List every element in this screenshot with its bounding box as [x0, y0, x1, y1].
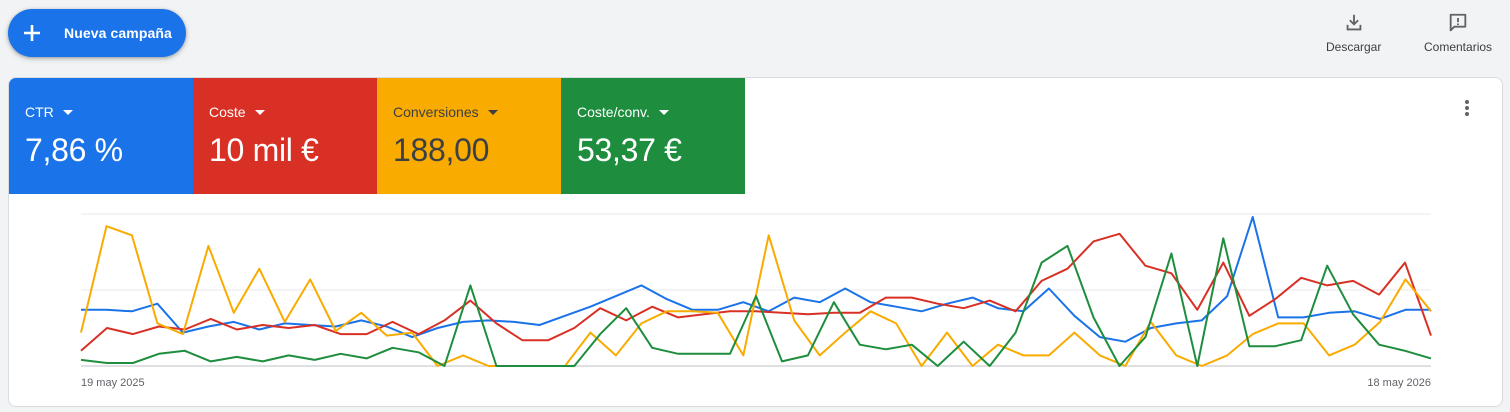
scorecard-cost-per-conv-header: Coste/conv.: [577, 104, 745, 120]
x-axis-end-label: 18 may 2026: [1367, 377, 1431, 389]
scorecard-conversions[interactable]: Conversiones 188,00: [377, 78, 561, 194]
series-line-ctr[interactable]: [81, 216, 1431, 343]
x-axis-start-label: 19 may 2025: [81, 377, 145, 389]
plus-icon: [24, 25, 40, 41]
scorecard-ctr-value: 7,86 %: [25, 132, 123, 168]
scorecard-ctr[interactable]: CTR 7,86 %: [9, 78, 193, 194]
download-icon: [1346, 14, 1362, 31]
feedback-button[interactable]: Comentarios: [1424, 12, 1492, 58]
scorecard-cost-per-conv-label: Coste/conv.: [577, 104, 650, 120]
feedback-icon: [1449, 13, 1467, 32]
new-campaign-button[interactable]: Nueva campaña: [8, 9, 186, 57]
scorecard-cost-label: Coste: [209, 104, 246, 120]
more-options-icon[interactable]: [1458, 99, 1476, 117]
scorecard-cost[interactable]: Coste 10 mil €: [193, 78, 377, 194]
scorecard-cost-value: 10 mil €: [209, 132, 319, 168]
scorecard-ctr-header: CTR: [25, 104, 193, 120]
scorecard-conversions-value: 188,00: [393, 132, 490, 168]
performance-card: CTR 7,86 % Coste 10 mil € Conversiones 1…: [8, 77, 1503, 407]
download-button[interactable]: Descargar: [1326, 12, 1381, 58]
download-label: Descargar: [1326, 40, 1382, 54]
scorecard-cost-per-conv-value: 53,37 €: [577, 132, 682, 168]
scorecard-conversions-label: Conversiones: [393, 104, 479, 120]
scorecard-conversions-header: Conversiones: [393, 104, 561, 120]
dropdown-caret-icon[interactable]: [62, 110, 73, 115]
series-line-coste-conv[interactable]: [80, 237, 1432, 367]
dropdown-caret-icon[interactable]: [487, 110, 498, 115]
dropdown-caret-icon[interactable]: [658, 110, 669, 115]
new-campaign-label: Nueva campaña: [64, 25, 172, 41]
scorecard-ctr-label: CTR: [25, 104, 54, 120]
dropdown-caret-icon[interactable]: [254, 110, 265, 115]
chart-series-group: [80, 216, 1432, 367]
scorecard-cost-per-conv[interactable]: Coste/conv. 53,37 €: [561, 78, 745, 194]
performance-line-chart: 19 may 2025 18 may 2026: [80, 213, 1432, 389]
feedback-label: Comentarios: [1424, 40, 1493, 54]
scorecard-cost-header: Coste: [209, 104, 377, 120]
